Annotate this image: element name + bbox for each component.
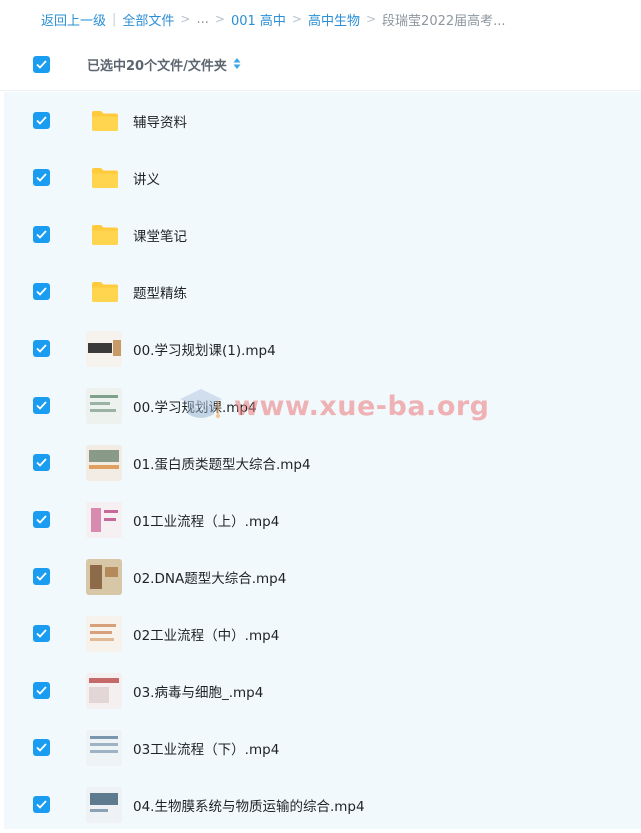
file-row[interactable]: 辅导资料 (4, 92, 641, 149)
folder-icon (92, 281, 118, 302)
chevron-right-icon: > (365, 12, 377, 26)
row-checkbox[interactable] (33, 682, 50, 699)
file-row[interactable]: 题型精练 (4, 263, 641, 320)
file-name[interactable]: 04.生物膜系统与物质运输的综合.mp4 (133, 795, 365, 815)
row-checkbox[interactable] (33, 283, 50, 300)
video-thumbnail (86, 444, 122, 481)
file-name[interactable]: 02工业流程（中）.mp4 (133, 624, 279, 644)
file-name[interactable]: 题型精练 (133, 282, 187, 302)
row-checkbox[interactable] (33, 511, 50, 528)
file-name[interactable]: 00.学习规划课(1).mp4 (133, 339, 276, 359)
breadcrumb-all-files[interactable]: 全部文件 (122, 10, 174, 29)
file-row[interactable]: 讲义 (4, 149, 641, 206)
row-checkbox[interactable] (33, 796, 50, 813)
file-row[interactable]: 01.蛋白质类题型大综合.mp4 (4, 434, 641, 491)
file-name[interactable]: 03.病毒与细胞_.mp4 (133, 681, 263, 701)
breadcrumb-level1[interactable]: 001 高中 (231, 10, 286, 29)
row-checkbox[interactable] (33, 169, 50, 186)
file-list: 辅导资料讲义课堂笔记题型精练 00.学习规划课(1).mp4 00.学习规划课.mp… (4, 92, 641, 829)
breadcrumb: 返回上一级 | 全部文件 > ... > 001 高中 > 高中生物 > 段瑞莹… (0, 0, 641, 38)
row-checkbox[interactable] (33, 625, 50, 642)
file-name[interactable]: 课堂笔记 (133, 225, 187, 245)
file-row[interactable]: 课堂笔记 (4, 206, 641, 263)
sort-icon[interactable] (233, 55, 241, 74)
video-thumbnail (86, 330, 122, 367)
file-name[interactable]: 讲义 (133, 168, 160, 188)
video-thumbnail (86, 558, 122, 595)
row-checkbox[interactable] (33, 568, 50, 585)
row-checkbox[interactable] (33, 112, 50, 129)
row-checkbox[interactable] (33, 226, 50, 243)
video-thumbnail (86, 786, 122, 823)
file-name[interactable]: 01工业流程（上）.mp4 (133, 510, 279, 530)
file-row[interactable]: 03工业流程（下）.mp4 (4, 719, 641, 776)
breadcrumb-ellipsis[interactable]: ... (196, 12, 208, 27)
file-row[interactable]: 02工业流程（中）.mp4 (4, 605, 641, 662)
video-thumbnail (86, 387, 122, 424)
chevron-right-icon: > (180, 12, 191, 26)
file-row[interactable]: 00.学习规划课.mp4 (4, 377, 641, 434)
folder-icon (92, 110, 118, 131)
select-all-checkbox[interactable] (33, 55, 50, 73)
selection-count-label: 已选中20个文件/文件夹 (87, 58, 227, 74)
video-thumbnail (86, 672, 122, 709)
folder-icon (92, 167, 118, 188)
chevron-right-icon: > (291, 12, 302, 26)
file-name[interactable]: 00.学习规划课.mp4 (133, 396, 257, 416)
breadcrumb-divider: | (112, 11, 117, 27)
file-name[interactable]: 01.蛋白质类题型大综合.mp4 (133, 453, 311, 473)
row-checkbox[interactable] (33, 397, 50, 414)
video-thumbnail (86, 729, 122, 766)
list-header: 已选中20个文件/文件夹 (0, 38, 641, 91)
breadcrumb-level2[interactable]: 高中生物 (308, 10, 360, 29)
chevron-right-icon: > (214, 12, 225, 26)
file-row[interactable]: 04.生物膜系统与物质运输的综合.mp4 (4, 776, 641, 833)
file-row[interactable]: 02.DNA题型大综合.mp4 (4, 548, 641, 605)
video-thumbnail (86, 615, 122, 652)
file-name[interactable]: 02.DNA题型大综合.mp4 (133, 567, 286, 587)
row-checkbox[interactable] (33, 739, 50, 756)
back-link[interactable]: 返回上一级 (41, 10, 106, 29)
video-thumbnail (86, 501, 122, 538)
file-row[interactable]: 01工业流程（上）.mp4 (4, 491, 641, 548)
row-checkbox[interactable] (33, 454, 50, 471)
file-name[interactable]: 辅导资料 (133, 111, 187, 131)
file-name[interactable]: 03工业流程（下）.mp4 (133, 738, 279, 758)
file-row[interactable]: 03.病毒与细胞_.mp4 (4, 662, 641, 719)
row-checkbox[interactable] (33, 340, 50, 357)
breadcrumb-current: 段瑞莹2022届高考... (382, 13, 506, 29)
file-row[interactable]: 00.学习规划课(1).mp4 (4, 320, 641, 377)
folder-icon (92, 224, 118, 245)
